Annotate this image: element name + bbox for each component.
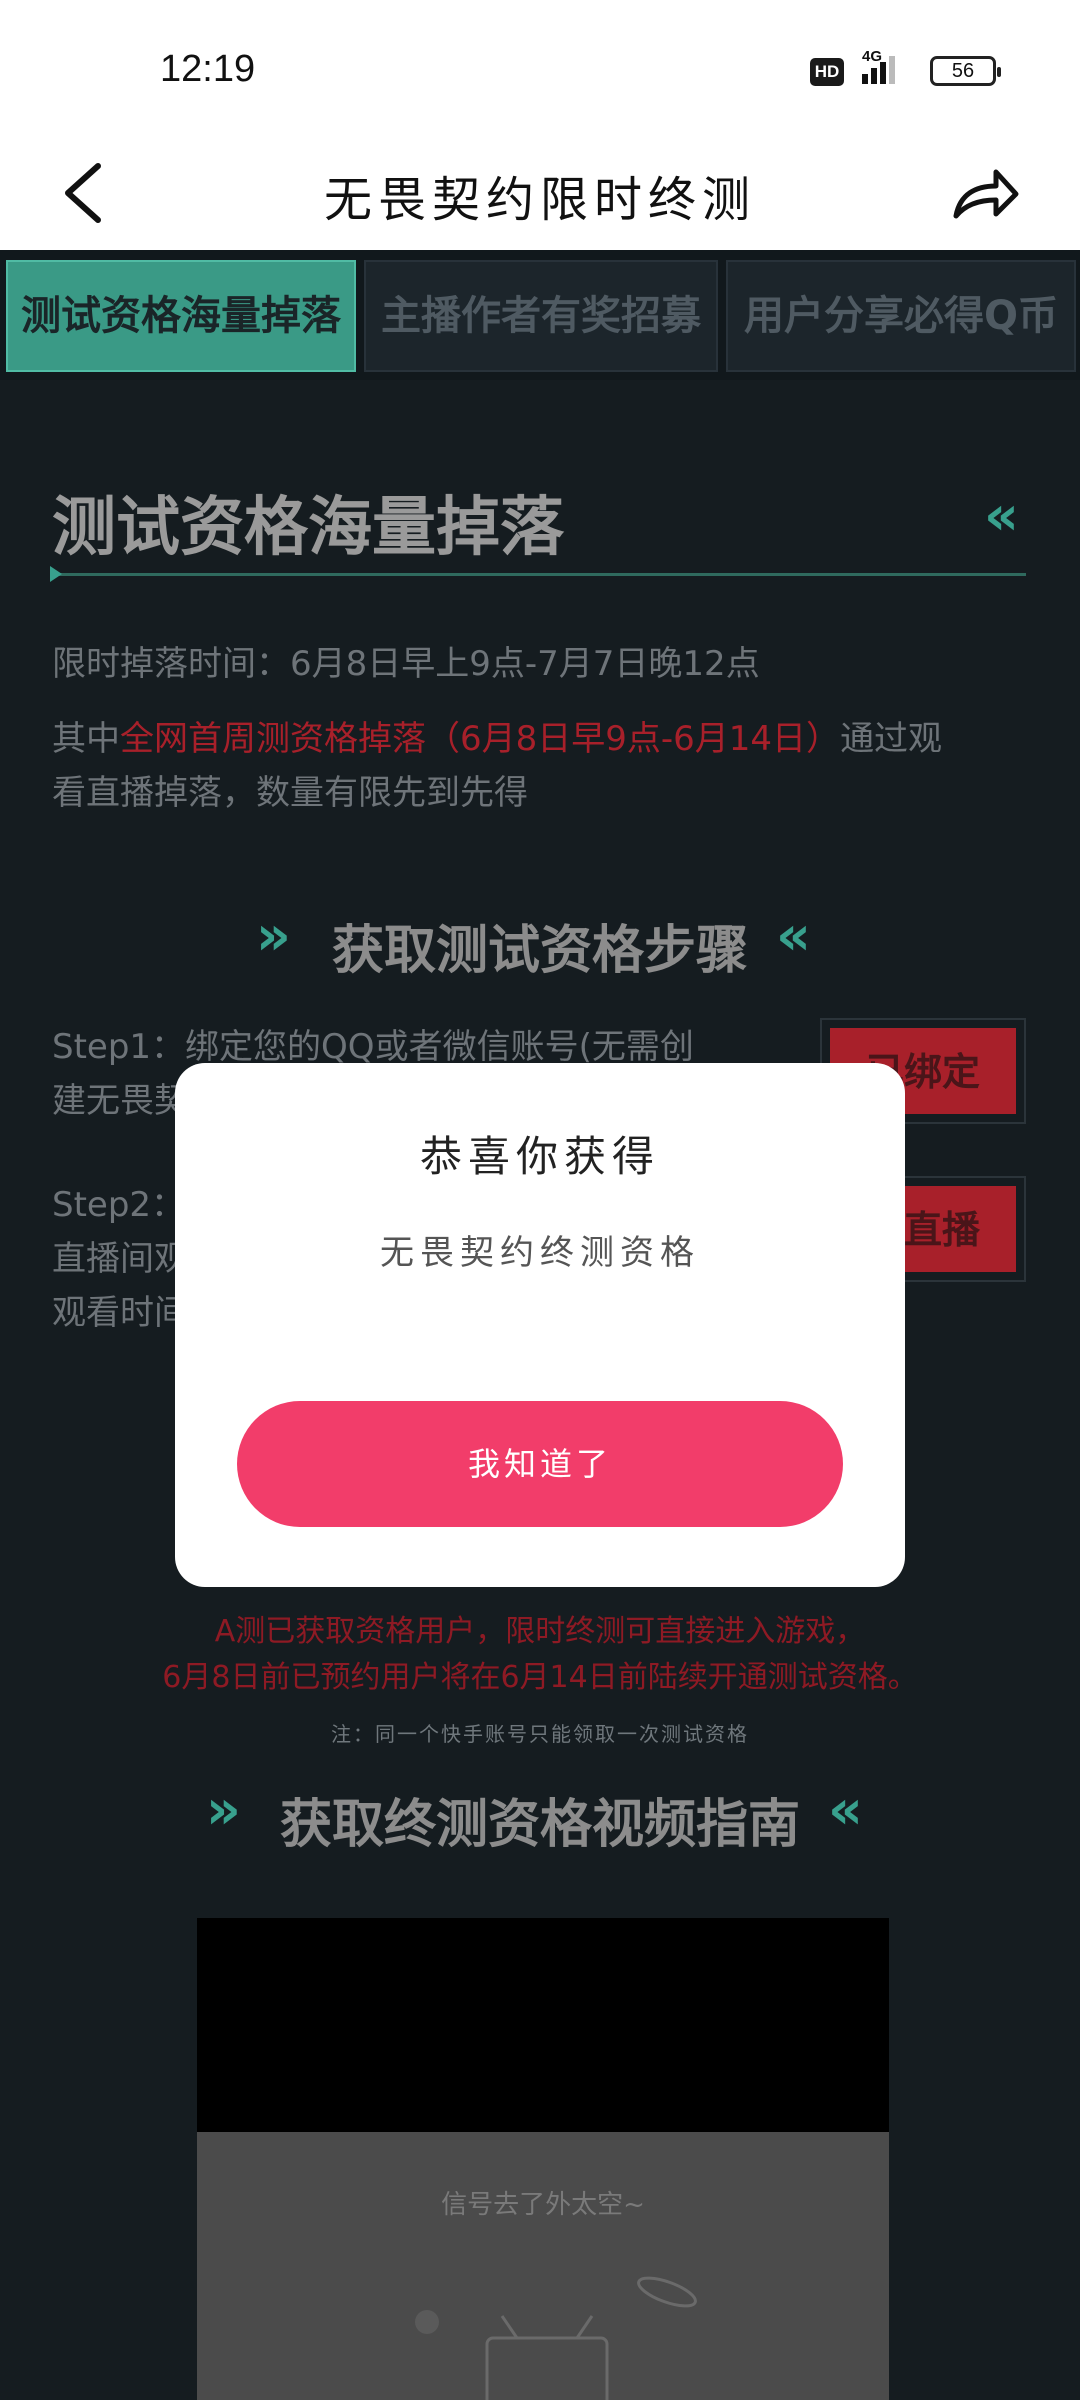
reward-modal: 恭喜你获得 无畏契约终测资格 我知道了: [175, 1063, 905, 1587]
modal-subtitle: 无畏契约终测资格: [380, 1233, 700, 1273]
hd-icon: HD: [810, 58, 844, 86]
confirm-button[interactable]: 我知道了: [237, 1401, 843, 1527]
page-title: 无畏契约限时终测: [323, 172, 756, 228]
modal-title: 恭喜你获得: [419, 1132, 660, 1181]
share-icon[interactable]: [950, 158, 1022, 230]
status-time: 12:19: [160, 48, 256, 90]
signal-icon: 4G: [856, 48, 916, 90]
battery-icon: 56: [930, 56, 1001, 86]
battery-level: 56: [951, 60, 975, 82]
status-bar: 12:19 HD 4G 56: [0, 0, 1080, 140]
network-type: 4G: [862, 48, 883, 65]
page-header: 无畏契约限时终测: [0, 140, 1080, 250]
